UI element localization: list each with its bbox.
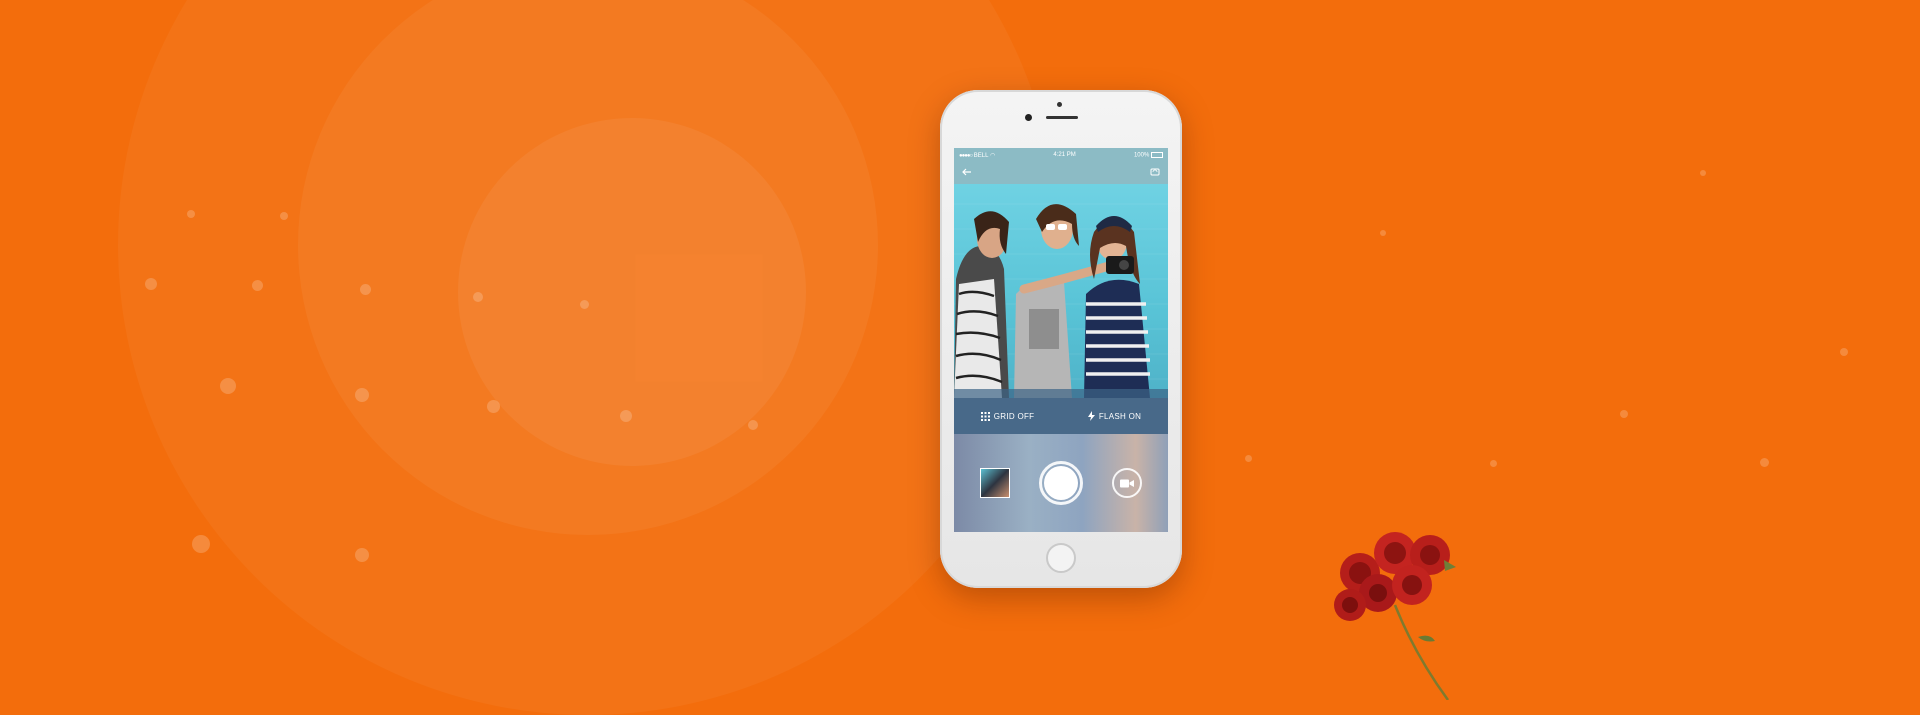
back-arrow-icon[interactable] (962, 168, 972, 179)
background-dot (360, 284, 371, 295)
background-dot (1245, 455, 1252, 462)
phone-mockup: ●●●●○ BELL ◠ 4:21 PM 100% GRID OFF FLASH… (940, 90, 1182, 588)
camera-controls-bar: GRID OFF FLASH ON (954, 398, 1168, 434)
camera-top-bar (954, 162, 1168, 184)
background-dot (355, 548, 369, 562)
camera-viewfinder[interactable] (954, 184, 1168, 398)
camera-switch-icon[interactable] (1150, 167, 1160, 179)
shutter-inner (1044, 466, 1078, 500)
camera-screen: ●●●●○ BELL ◠ 4:21 PM 100% GRID OFF FLASH… (954, 148, 1168, 532)
grid-label: GRID OFF (993, 411, 1035, 421)
rose-bouquet-decoration (1334, 532, 1456, 700)
background-dot (1490, 460, 1497, 467)
wifi-icon: ◠ (989, 152, 996, 159)
grid-toggle[interactable]: GRID OFF (980, 411, 1035, 421)
background-dot (145, 278, 157, 290)
selfie-photo (954, 203, 1168, 398)
home-button[interactable] (1046, 543, 1076, 573)
status-bar: ●●●●○ BELL ◠ 4:21 PM 100% (954, 148, 1168, 162)
flash-label: FLASH ON (1098, 411, 1142, 421)
background-dot (748, 420, 758, 430)
flash-icon (1087, 411, 1095, 421)
background-dot (1840, 348, 1848, 356)
front-camera (1057, 102, 1062, 107)
carrier-group: ●●●●○ BELL ◠ (959, 152, 995, 159)
background-dot (1760, 458, 1769, 467)
flash-toggle[interactable]: FLASH ON (1087, 411, 1142, 421)
clock: 4:21 PM (1053, 152, 1076, 158)
background-dot (1380, 230, 1386, 236)
signal-icon: ●●●●○ (959, 152, 973, 159)
grid-icon (980, 411, 990, 421)
background-dot (192, 535, 210, 553)
background-dot (580, 300, 589, 309)
video-camera-icon (1120, 479, 1134, 487)
carrier-label: BELL (973, 152, 989, 159)
background-dot (220, 378, 236, 394)
background-dot (280, 212, 288, 220)
proximity-sensor (1025, 114, 1032, 121)
capture-bar (954, 434, 1168, 532)
background-dot (355, 388, 369, 402)
background-dot (1620, 410, 1628, 418)
background-dot (187, 210, 195, 218)
battery-icon (1150, 151, 1163, 158)
battery-group: 100% (1133, 151, 1163, 159)
background-dot (473, 292, 483, 302)
background-dot (487, 400, 500, 413)
background-dot (1700, 170, 1706, 176)
background-dot (620, 410, 632, 422)
shutter-button[interactable] (1039, 461, 1083, 505)
gallery-thumbnail[interactable] (980, 468, 1010, 498)
earpiece-speaker (1046, 116, 1078, 119)
battery-label: 100% (1133, 152, 1150, 159)
video-mode-button[interactable] (1112, 468, 1142, 498)
background-dot (252, 280, 263, 291)
background-ring-inner (458, 118, 806, 466)
